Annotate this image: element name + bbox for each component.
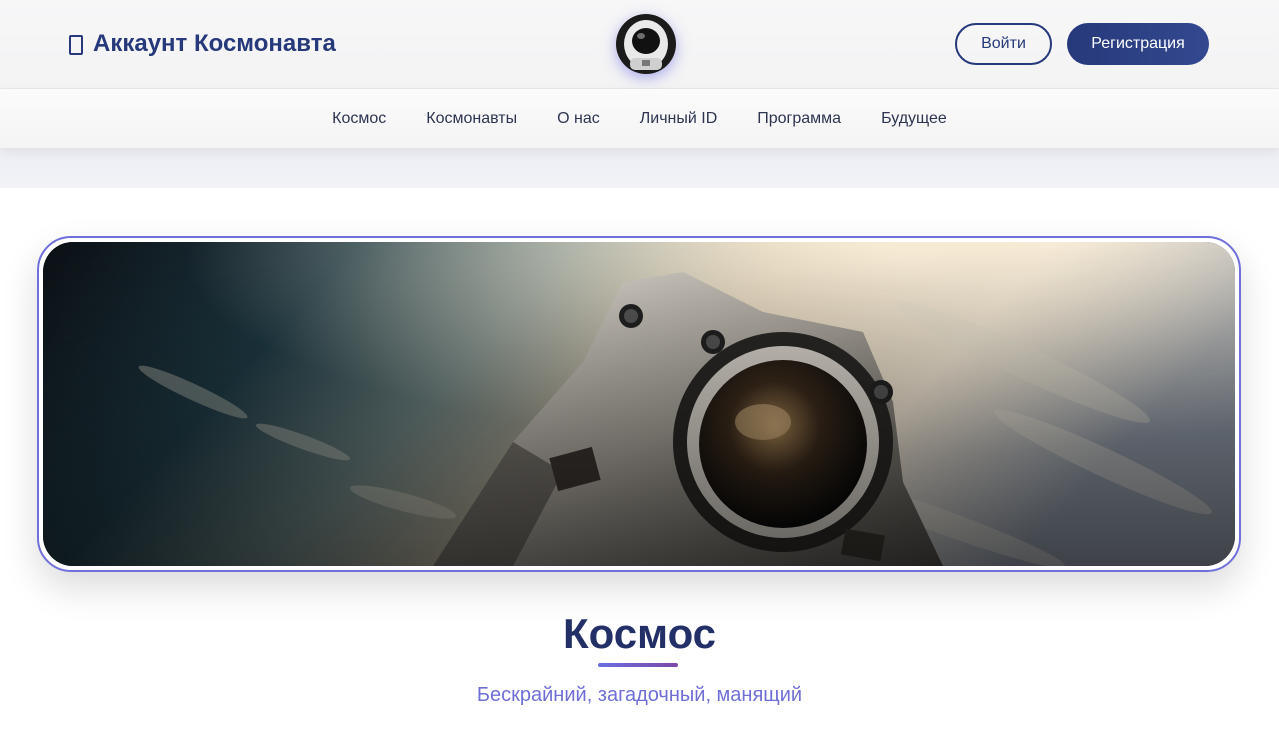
astronaut-avatar[interactable] (616, 14, 676, 74)
nav-shadow-band (0, 148, 1279, 188)
section-subtitle: Бескрайний, загадочный, манящий (476, 684, 803, 706)
login-button[interactable]: Войти (955, 23, 1052, 65)
title-underline (598, 663, 678, 667)
id-card-icon (69, 34, 83, 55)
astronaut-avatar-icon (616, 14, 676, 74)
nav-item-program[interactable]: Программа (757, 110, 841, 128)
brand-logo[interactable]: Аккаунт Космонавта (69, 30, 336, 58)
hero-banner (37, 236, 1241, 572)
top-bar: Аккаунт Космонавта Войти Регистрация (0, 0, 1279, 89)
astronaut-in-orbit-photo (43, 242, 1235, 566)
brand-title: Аккаунт Космонавта (93, 30, 336, 57)
main-nav: Космос Космонавты О нас Личный ID Програ… (0, 89, 1279, 148)
nav-item-future[interactable]: Будущее (881, 110, 947, 128)
register-button[interactable]: Регистрация (1067, 23, 1209, 65)
section-title: Космос (562, 610, 717, 657)
nav-item-personal-id[interactable]: Личный ID (640, 110, 718, 128)
nav-item-about[interactable]: О нас (557, 110, 600, 128)
nav-item-cosmonauts[interactable]: Космонавты (426, 110, 517, 128)
nav-item-space[interactable]: Космос (332, 110, 386, 128)
